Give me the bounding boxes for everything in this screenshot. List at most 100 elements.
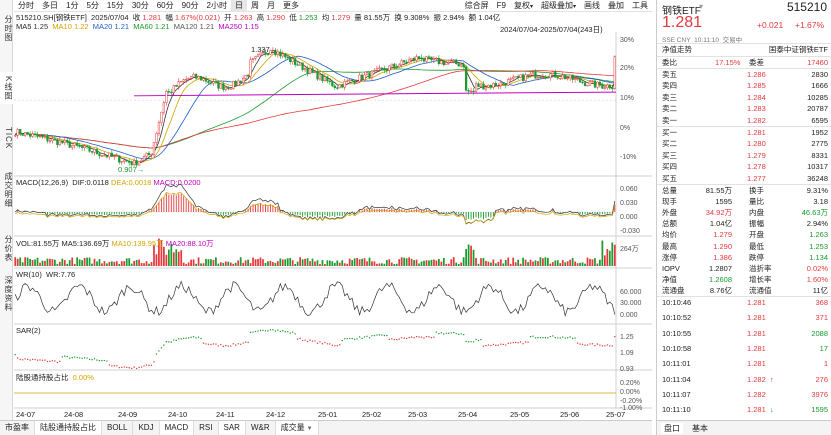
volume-bar (254, 259, 257, 266)
candle-body (368, 72, 371, 79)
period-month[interactable]: 月 (263, 0, 279, 12)
volume-bar (455, 262, 458, 266)
sell-row[interactable]: 卖三 1.284 10285 (657, 92, 831, 103)
btab-rsi[interactable]: RSI (194, 421, 219, 435)
period-day[interactable]: 日 (230, 0, 247, 12)
sar-dot (524, 341, 527, 343)
candle-body (422, 58, 426, 62)
candle-body (541, 76, 545, 79)
candle-body (105, 155, 109, 158)
sar-dot (460, 333, 462, 335)
volume-bar (504, 260, 507, 266)
vtab-depth-info[interactable]: 深度资料 (0, 272, 13, 316)
btab-boll[interactable]: BOLL (102, 421, 134, 435)
sar-dot (225, 344, 227, 347)
candle-body (507, 79, 510, 86)
sar-dot (96, 359, 98, 361)
tick-price: 1.282 (747, 389, 766, 399)
candle-body (477, 83, 480, 87)
period-1min[interactable]: 1分 (62, 0, 82, 12)
vtab-kline[interactable]: K线图 (0, 72, 13, 104)
btab-wr[interactable]: W&R (246, 421, 276, 435)
period-5min[interactable]: 5分 (82, 0, 102, 12)
period-week[interactable]: 周 (247, 0, 263, 12)
sell-row[interactable]: 卖四 1.285 1666 (657, 80, 831, 91)
sar-dot (529, 335, 532, 338)
vtab-trade-detail[interactable]: 成交明细 (0, 168, 13, 212)
period-multiday[interactable]: 多日 (38, 0, 62, 12)
sell-row[interactable]: 卖一 1.282 6595 (657, 115, 831, 126)
tool-composite[interactable]: 综合屏 (461, 0, 493, 12)
btab-sar[interactable]: SAR (218, 421, 246, 435)
period-timeshare[interactable]: 分时 (14, 0, 38, 12)
nav-trend-link[interactable]: 净值走势 (662, 44, 692, 55)
panel-tab-orderbook[interactable]: 盘口 (661, 423, 683, 434)
volume-bar (190, 259, 192, 266)
volume-bar (430, 259, 433, 266)
candle-body (566, 77, 569, 80)
candle-body (281, 53, 284, 57)
btab-volume[interactable]: 成交量 ▼ (275, 421, 319, 435)
period-90min[interactable]: 90分 (178, 0, 203, 12)
volume-bar (539, 257, 542, 266)
tool-adjust[interactable]: 复权▾ (510, 0, 537, 12)
index-name: 国泰中证钢铁ETF (768, 45, 828, 54)
last-price: 1.281 (662, 14, 703, 31)
period-2hour[interactable]: 2小时 (203, 0, 231, 12)
tool-overlay[interactable]: 叠加 (604, 0, 628, 12)
stat-value: 1595 (715, 197, 732, 207)
sar-dot (542, 336, 544, 339)
period-more[interactable]: 更多 (279, 0, 303, 12)
sar-axis-tick: 1.09 (620, 350, 634, 357)
buy-row[interactable]: 买三 1.279 8331 (657, 150, 831, 161)
buy-row[interactable]: 买四 1.278 10317 (657, 161, 831, 172)
period-30min[interactable]: 30分 (128, 0, 153, 12)
vol-ma10: MA10:139.95万 (111, 239, 164, 248)
tool-super-overlay[interactable]: 超级叠加▾ (537, 0, 580, 12)
candle-body (172, 85, 175, 93)
btab-macd[interactable]: MACD (159, 421, 195, 435)
sar-dot (165, 341, 168, 343)
candle-body (222, 83, 225, 90)
stat-label: 量比 (749, 197, 764, 207)
stat-label: IOPV (662, 263, 680, 273)
btab-pe[interactable]: 市盈率 (0, 421, 35, 435)
tool-f9[interactable]: F9 (493, 0, 510, 12)
candle-body (353, 80, 356, 84)
x-axis-label: 24-08 (64, 410, 84, 419)
panel-tab-basic[interactable]: 基本 (689, 423, 711, 434)
buy-row[interactable]: 买五 1.277 36248 (657, 173, 831, 184)
wr-line (14, 280, 616, 318)
buy-row[interactable]: 买二 1.280 2775 (657, 138, 831, 149)
sell-row[interactable]: 卖五 1.286 2830 (657, 69, 831, 80)
tool-draw-line[interactable]: 画线 (580, 0, 604, 12)
period-15min[interactable]: 15分 (103, 0, 128, 12)
candle-body (588, 81, 592, 86)
vtab-tick[interactable]: TICK (0, 118, 13, 158)
buy-row[interactable]: 买一 1.281 1952 (657, 127, 831, 138)
sar-dot (480, 338, 482, 341)
chevron-down-icon[interactable]: ▾ (699, 2, 703, 11)
candle-body (110, 152, 113, 157)
volume-bar (420, 261, 423, 266)
sar-dot (242, 342, 244, 344)
candle-body (499, 82, 502, 87)
btab-kdj[interactable]: KDJ (133, 421, 160, 435)
chart-area[interactable]: 515210.SH[钢铁ETF] 2025/07/04 收 1.281 幅 1.… (14, 12, 652, 420)
sell-row[interactable]: 卖二 1.283 20787 (657, 103, 831, 114)
period-60min[interactable]: 60分 (153, 0, 178, 12)
volume-bar (378, 263, 381, 266)
sar-dot (378, 334, 381, 336)
volume-bar (222, 262, 225, 266)
btab-hk-holding[interactable]: 陆股通持股占比 (35, 421, 102, 435)
vtab-price-table[interactable]: 分价表 (0, 230, 13, 266)
sar-dot (405, 337, 408, 340)
candle-body (227, 86, 230, 90)
candle-body (313, 70, 317, 73)
volume-bar (175, 249, 178, 266)
tool-tools[interactable]: 工具 (628, 0, 652, 12)
vtab-timeshare[interactable]: 分时图 (0, 8, 13, 48)
tick-time: 10:11:04 (662, 374, 691, 384)
volume-bar (333, 262, 336, 266)
stat-value: 1.134 (809, 252, 828, 262)
